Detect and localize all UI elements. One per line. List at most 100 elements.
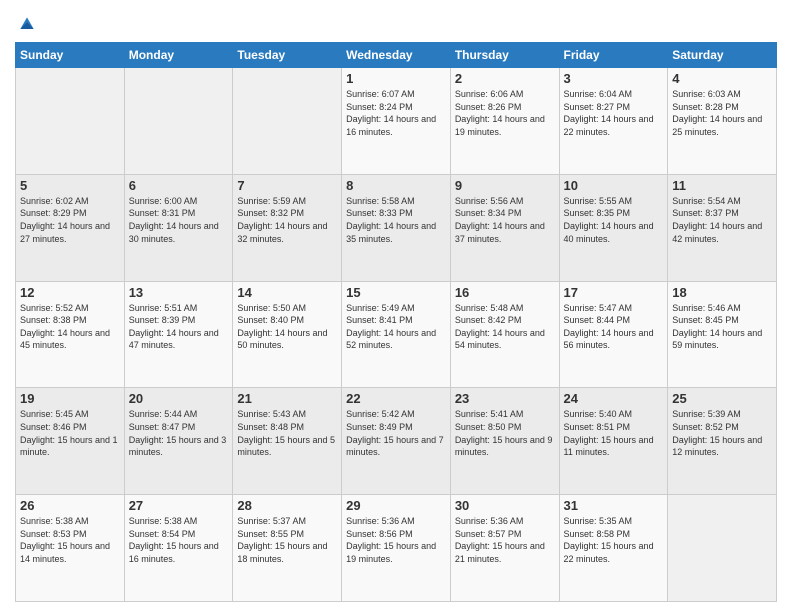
day-number: 21 — [237, 391, 337, 406]
day-number: 19 — [20, 391, 120, 406]
day-info: Sunrise: 5:55 AM Sunset: 8:35 PM Dayligh… — [564, 195, 664, 245]
day-number: 3 — [564, 71, 664, 86]
calendar-header-tuesday: Tuesday — [233, 43, 342, 68]
calendar-cell: 21 Sunrise: 5:43 AM Sunset: 8:48 PM Dayli… — [233, 388, 342, 495]
day-info: Sunrise: 5:36 AM Sunset: 8:56 PM Dayligh… — [346, 515, 446, 565]
calendar-cell: 28 Sunrise: 5:37 AM Sunset: 8:55 PM Dayli… — [233, 495, 342, 602]
calendar-cell: 14 Sunrise: 5:50 AM Sunset: 8:40 PM Dayli… — [233, 281, 342, 388]
day-number: 17 — [564, 285, 664, 300]
calendar-header-thursday: Thursday — [450, 43, 559, 68]
calendar-cell: 26 Sunrise: 5:38 AM Sunset: 8:53 PM Dayli… — [16, 495, 125, 602]
day-info: Sunrise: 5:49 AM Sunset: 8:41 PM Dayligh… — [346, 302, 446, 352]
calendar-cell: 29 Sunrise: 5:36 AM Sunset: 8:56 PM Dayli… — [342, 495, 451, 602]
day-info: Sunrise: 5:45 AM Sunset: 8:46 PM Dayligh… — [20, 408, 120, 458]
day-number: 24 — [564, 391, 664, 406]
calendar-cell — [124, 68, 233, 175]
calendar-cell: 27 Sunrise: 5:38 AM Sunset: 8:54 PM Dayli… — [124, 495, 233, 602]
day-info: Sunrise: 6:00 AM Sunset: 8:31 PM Dayligh… — [129, 195, 229, 245]
day-number: 1 — [346, 71, 446, 86]
day-number: 14 — [237, 285, 337, 300]
day-info: Sunrise: 6:03 AM Sunset: 8:28 PM Dayligh… — [672, 88, 772, 138]
day-number: 9 — [455, 178, 555, 193]
calendar-cell: 25 Sunrise: 5:39 AM Sunset: 8:52 PM Dayli… — [668, 388, 777, 495]
calendar-cell: 16 Sunrise: 5:48 AM Sunset: 8:42 PM Dayli… — [450, 281, 559, 388]
calendar-cell: 18 Sunrise: 5:46 AM Sunset: 8:45 PM Dayli… — [668, 281, 777, 388]
calendar-cell: 1 Sunrise: 6:07 AM Sunset: 8:24 PM Daylig… — [342, 68, 451, 175]
calendar-cell — [233, 68, 342, 175]
day-info: Sunrise: 5:38 AM Sunset: 8:54 PM Dayligh… — [129, 515, 229, 565]
day-info: Sunrise: 5:41 AM Sunset: 8:50 PM Dayligh… — [455, 408, 555, 458]
day-number: 11 — [672, 178, 772, 193]
day-info: Sunrise: 6:06 AM Sunset: 8:26 PM Dayligh… — [455, 88, 555, 138]
calendar-cell — [16, 68, 125, 175]
day-info: Sunrise: 5:59 AM Sunset: 8:32 PM Dayligh… — [237, 195, 337, 245]
day-info: Sunrise: 5:51 AM Sunset: 8:39 PM Dayligh… — [129, 302, 229, 352]
calendar-cell: 6 Sunrise: 6:00 AM Sunset: 8:31 PM Daylig… — [124, 174, 233, 281]
day-info: Sunrise: 5:48 AM Sunset: 8:42 PM Dayligh… — [455, 302, 555, 352]
day-number: 18 — [672, 285, 772, 300]
calendar-cell: 10 Sunrise: 5:55 AM Sunset: 8:35 PM Dayli… — [559, 174, 668, 281]
calendar-cell: 2 Sunrise: 6:06 AM Sunset: 8:26 PM Daylig… — [450, 68, 559, 175]
header — [15, 10, 777, 34]
calendar-cell: 12Sunrise: 5:52 AM Sunset: 8:38 PM Dayli… — [16, 281, 125, 388]
calendar-cell: 3Sunrise: 6:04 AM Sunset: 8:27 PM Daylig… — [559, 68, 668, 175]
day-number: 6 — [129, 178, 229, 193]
day-number: 4 — [672, 71, 772, 86]
calendar-week-5: 26 Sunrise: 5:38 AM Sunset: 8:53 PM Dayli… — [16, 495, 777, 602]
calendar-header-wednesday: Wednesday — [342, 43, 451, 68]
day-number: 20 — [129, 391, 229, 406]
day-info: Sunrise: 5:44 AM Sunset: 8:47 PM Dayligh… — [129, 408, 229, 458]
day-number: 28 — [237, 498, 337, 513]
day-number: 13 — [129, 285, 229, 300]
day-info: Sunrise: 6:07 AM Sunset: 8:24 PM Dayligh… — [346, 88, 446, 138]
day-info: Sunrise: 5:43 AM Sunset: 8:48 PM Dayligh… — [237, 408, 337, 458]
day-number: 16 — [455, 285, 555, 300]
calendar-cell: 17Sunrise: 5:47 AM Sunset: 8:44 PM Dayli… — [559, 281, 668, 388]
calendar-week-1: 1 Sunrise: 6:07 AM Sunset: 8:24 PM Daylig… — [16, 68, 777, 175]
calendar-cell: 9 Sunrise: 5:56 AM Sunset: 8:34 PM Daylig… — [450, 174, 559, 281]
day-number: 26 — [20, 498, 120, 513]
logo-icon — [17, 14, 37, 34]
day-number: 29 — [346, 498, 446, 513]
calendar-week-3: 12Sunrise: 5:52 AM Sunset: 8:38 PM Dayli… — [16, 281, 777, 388]
day-info: Sunrise: 5:36 AM Sunset: 8:57 PM Dayligh… — [455, 515, 555, 565]
day-info: Sunrise: 5:54 AM Sunset: 8:37 PM Dayligh… — [672, 195, 772, 245]
calendar-cell — [668, 495, 777, 602]
calendar-cell: 13 Sunrise: 5:51 AM Sunset: 8:39 PM Dayli… — [124, 281, 233, 388]
day-number: 12 — [20, 285, 120, 300]
calendar-cell: 11 Sunrise: 5:54 AM Sunset: 8:37 PM Dayli… — [668, 174, 777, 281]
day-info: Sunrise: 5:39 AM Sunset: 8:52 PM Dayligh… — [672, 408, 772, 458]
calendar-header-row: SundayMondayTuesdayWednesdayThursdayFrid… — [16, 43, 777, 68]
day-number: 22 — [346, 391, 446, 406]
logo — [15, 14, 37, 34]
day-number: 5 — [20, 178, 120, 193]
day-number: 27 — [129, 498, 229, 513]
calendar-cell: 20 Sunrise: 5:44 AM Sunset: 8:47 PM Dayli… — [124, 388, 233, 495]
day-info: Sunrise: 6:02 AM Sunset: 8:29 PM Dayligh… — [20, 195, 120, 245]
day-number: 15 — [346, 285, 446, 300]
day-number: 2 — [455, 71, 555, 86]
calendar-cell: 23 Sunrise: 5:41 AM Sunset: 8:50 PM Dayli… — [450, 388, 559, 495]
calendar-cell: 8Sunrise: 5:58 AM Sunset: 8:33 PM Daylig… — [342, 174, 451, 281]
day-info: Sunrise: 5:42 AM Sunset: 8:49 PM Dayligh… — [346, 408, 446, 458]
calendar-cell: 24 Sunrise: 5:40 AM Sunset: 8:51 PM Dayli… — [559, 388, 668, 495]
day-info: Sunrise: 5:56 AM Sunset: 8:34 PM Dayligh… — [455, 195, 555, 245]
day-info: Sunrise: 5:38 AM Sunset: 8:53 PM Dayligh… — [20, 515, 120, 565]
day-number: 25 — [672, 391, 772, 406]
day-number: 23 — [455, 391, 555, 406]
day-number: 30 — [455, 498, 555, 513]
day-info: Sunrise: 5:46 AM Sunset: 8:45 PM Dayligh… — [672, 302, 772, 352]
calendar-cell: 22 Sunrise: 5:42 AM Sunset: 8:49 PM Dayli… — [342, 388, 451, 495]
calendar-cell: 31Sunrise: 5:35 AM Sunset: 8:58 PM Dayli… — [559, 495, 668, 602]
calendar-cell: 5 Sunrise: 6:02 AM Sunset: 8:29 PM Daylig… — [16, 174, 125, 281]
day-info: Sunrise: 5:50 AM Sunset: 8:40 PM Dayligh… — [237, 302, 337, 352]
calendar-header-saturday: Saturday — [668, 43, 777, 68]
calendar-header-friday: Friday — [559, 43, 668, 68]
day-info: Sunrise: 5:40 AM Sunset: 8:51 PM Dayligh… — [564, 408, 664, 458]
day-number: 10 — [564, 178, 664, 193]
calendar-week-4: 19 Sunrise: 5:45 AM Sunset: 8:46 PM Dayli… — [16, 388, 777, 495]
calendar-cell: 4 Sunrise: 6:03 AM Sunset: 8:28 PM Daylig… — [668, 68, 777, 175]
day-info: Sunrise: 5:37 AM Sunset: 8:55 PM Dayligh… — [237, 515, 337, 565]
page: SundayMondayTuesdayWednesdayThursdayFrid… — [0, 0, 792, 612]
calendar-cell: 19 Sunrise: 5:45 AM Sunset: 8:46 PM Dayli… — [16, 388, 125, 495]
